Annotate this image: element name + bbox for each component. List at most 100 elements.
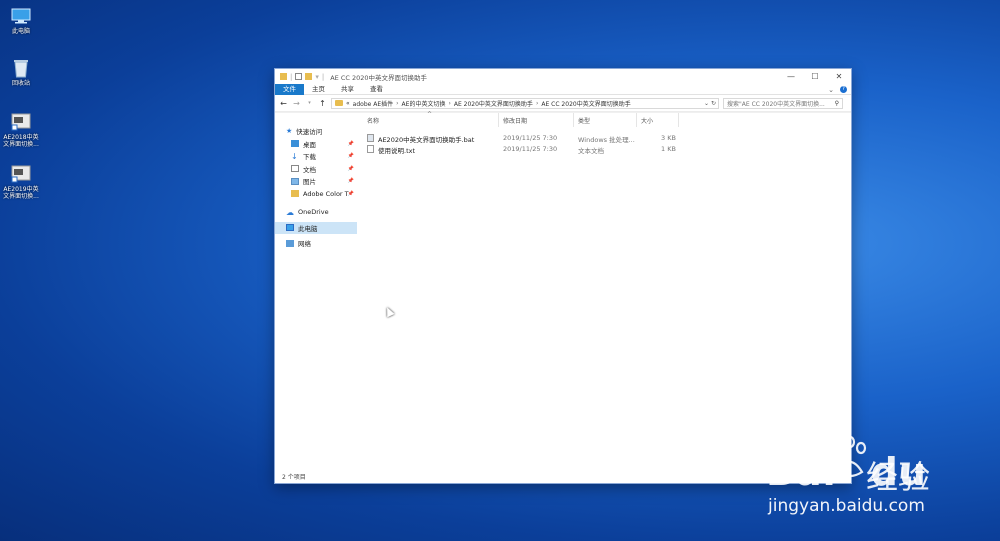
desktop-icon-ae2019[interactable]: AE2019中英文界面切换... (2, 164, 40, 200)
watermark: Bai du 经验 jingyan.baidu.com (748, 435, 998, 530)
pin-icon: 📌 (347, 178, 354, 185)
cloud-icon: ☁ (286, 207, 294, 217)
item-count: 2 个项目 (282, 474, 306, 481)
file-type: Windows 批处理... (578, 136, 635, 144)
network-icon (286, 239, 294, 247)
nav-item-adobe-color[interactable]: Adobe Color T 📌 (275, 188, 357, 201)
nav-label: 网络 (298, 240, 311, 249)
forward-arrow-icon[interactable]: → (292, 99, 301, 108)
nav-item-downloads[interactable]: ↓ 下载 📌 (275, 150, 357, 163)
divider: | (321, 72, 325, 81)
file-size: 1 KB (661, 145, 676, 153)
desktop-icon-recycle-bin[interactable]: 回收站 (2, 58, 40, 87)
recent-locations-icon[interactable]: ▾ (305, 100, 314, 106)
nav-item-documents[interactable]: 文档 📌 (275, 163, 357, 176)
file-row[interactable]: 使用说明.txt 2019/11/25 7:30 文本文档 1 KB (357, 144, 851, 155)
folder-icon (280, 73, 287, 80)
customize-toolbar-icon[interactable]: ▾ (315, 73, 319, 81)
breadcrumb-item[interactable]: AE 2020中英文界面切换助手 (454, 99, 533, 108)
file-type: 文本文档 (578, 147, 604, 155)
shortcut-icon (10, 112, 32, 132)
recycle-bin-icon (10, 58, 32, 78)
column-headers: ^ 名称 修改日期 类型 大小 (357, 111, 851, 127)
up-arrow-icon[interactable]: ↑ (318, 99, 327, 108)
tab-file[interactable]: 文件 (275, 83, 304, 95)
column-header-date[interactable]: 修改日期 (503, 116, 527, 125)
desktop-icon-label: 此电脑 (11, 28, 30, 35)
computer-icon (10, 6, 32, 26)
text-file-icon (367, 145, 374, 153)
tab-share[interactable]: 共享 (333, 84, 362, 95)
search-placeholder: 搜索"AE CC 2020中英文界面切换... (727, 100, 825, 108)
navigation-pane: ★ 快速访问 桌面 📌 ↓ 下载 📌 文档 📌 图片 📌 Adobe Color… (275, 113, 357, 473)
pin-icon: 📌 (347, 190, 354, 197)
ribbon-right: ⌄ ? (828, 84, 847, 95)
file-name: 使用说明.txt (378, 147, 416, 155)
documents-icon (291, 165, 299, 173)
tab-home[interactable]: 主页 (304, 84, 333, 95)
search-icon[interactable]: ⚲ (835, 100, 839, 107)
column-header-size[interactable]: 大小 (641, 116, 653, 125)
nav-network[interactable]: 网络 (275, 237, 357, 250)
nav-label: 下载 (303, 153, 316, 162)
breadcrumb-item[interactable]: AE CC 2020中英文界面切换助手 (541, 99, 630, 108)
nav-quick-access[interactable]: ★ 快速访问 (275, 125, 357, 138)
divider: | (290, 72, 293, 81)
nav-this-pc[interactable]: 此电脑 (275, 221, 357, 234)
nav-label: Adobe Color T (303, 189, 349, 198)
breadcrumb-chevron-icon[interactable]: › (536, 100, 538, 107)
minimize-button[interactable]: — (779, 69, 803, 84)
window-controls: — ☐ ✕ (779, 69, 851, 84)
file-size: 3 KB (661, 134, 676, 142)
explorer-body: ★ 快速访问 桌面 📌 ↓ 下载 📌 文档 📌 图片 📌 Adobe Color… (275, 111, 851, 473)
breadcrumb-chevron-icon[interactable]: › (396, 100, 398, 107)
desktop-icon-this-pc[interactable]: 此电脑 (2, 6, 40, 35)
desktop-icon-label: 回收站 (11, 80, 30, 87)
properties-icon[interactable] (295, 73, 303, 80)
column-header-type[interactable]: 类型 (578, 116, 590, 125)
search-input[interactable]: 搜索"AE CC 2020中英文界面切换... ⚲ (723, 97, 843, 109)
breadcrumb-chevron-icon[interactable]: › (448, 100, 450, 107)
file-date: 2019/11/25 7:30 (503, 145, 558, 153)
expand-ribbon-icon[interactable]: ⌄ (828, 86, 834, 94)
nav-item-pictures[interactable]: 图片 📌 (275, 175, 357, 188)
watermark-url: jingyan.baidu.com (768, 496, 925, 516)
folder-icon (335, 100, 343, 106)
nav-label: 快速访问 (296, 128, 323, 137)
title-bar[interactable]: | ▾ | AE CC 2020中英文界面切换助手 — ☐ ✕ (275, 69, 851, 84)
nav-label: 图片 (303, 178, 316, 187)
star-icon: ★ (286, 127, 293, 136)
back-arrow-icon[interactable]: ← (279, 99, 288, 108)
desktop-icon-label: AE2018中英文界面切换... (3, 134, 39, 148)
folder-icon (291, 190, 299, 198)
nav-label: 此电脑 (298, 224, 318, 233)
watermark-product: 经验 (866, 458, 931, 496)
pin-icon: 📌 (347, 140, 354, 147)
close-button[interactable]: ✕ (827, 69, 851, 84)
file-row[interactable]: AE2020中英文界面切换助手.bat 2019/11/25 7:30 Wind… (357, 133, 851, 144)
file-list: ^ 名称 修改日期 类型 大小 AE2020中英文界面切换助手.bat 2019… (357, 111, 851, 473)
nav-onedrive[interactable]: ☁ OneDrive (275, 206, 357, 219)
column-header-name[interactable]: 名称 (367, 116, 379, 125)
baidu-paw-icon (833, 435, 867, 478)
address-row: ← → ▾ ↑ « adobe AE插件 › AE的中英文切换 › AE 202… (275, 95, 851, 112)
refresh-icon[interactable]: ⌄ ↻ (704, 100, 716, 107)
breadcrumb-overflow[interactable]: « (346, 100, 350, 107)
nav-label: 文档 (303, 165, 316, 174)
tab-view[interactable]: 查看 (362, 84, 391, 95)
explorer-window: | ▾ | AE CC 2020中英文界面切换助手 — ☐ ✕ 文件 主页 共享… (274, 68, 852, 484)
ribbon-tabs: 文件 主页 共享 查看 ⌄ ? (275, 83, 851, 95)
desktop-icon-label: AE2019中英文界面切换... (3, 186, 39, 200)
pin-icon: 📌 (347, 165, 354, 172)
maximize-button[interactable]: ☐ (803, 69, 827, 84)
breadcrumb-item[interactable]: AE的中英文切换 (402, 99, 446, 108)
nav-item-desktop[interactable]: 桌面 📌 (275, 138, 357, 151)
breadcrumb-item[interactable]: adobe AE插件 (353, 99, 393, 108)
help-icon[interactable]: ? (840, 86, 847, 93)
batch-file-icon (367, 134, 374, 142)
sort-ascending-icon: ^ (427, 111, 433, 118)
shortcut-icon (10, 164, 32, 184)
desktop-icon-ae2018[interactable]: AE2018中英文界面切换... (2, 112, 40, 148)
address-bar[interactable]: « adobe AE插件 › AE的中英文切换 › AE 2020中英文界面切换… (331, 97, 719, 109)
new-folder-icon[interactable] (305, 73, 313, 80)
